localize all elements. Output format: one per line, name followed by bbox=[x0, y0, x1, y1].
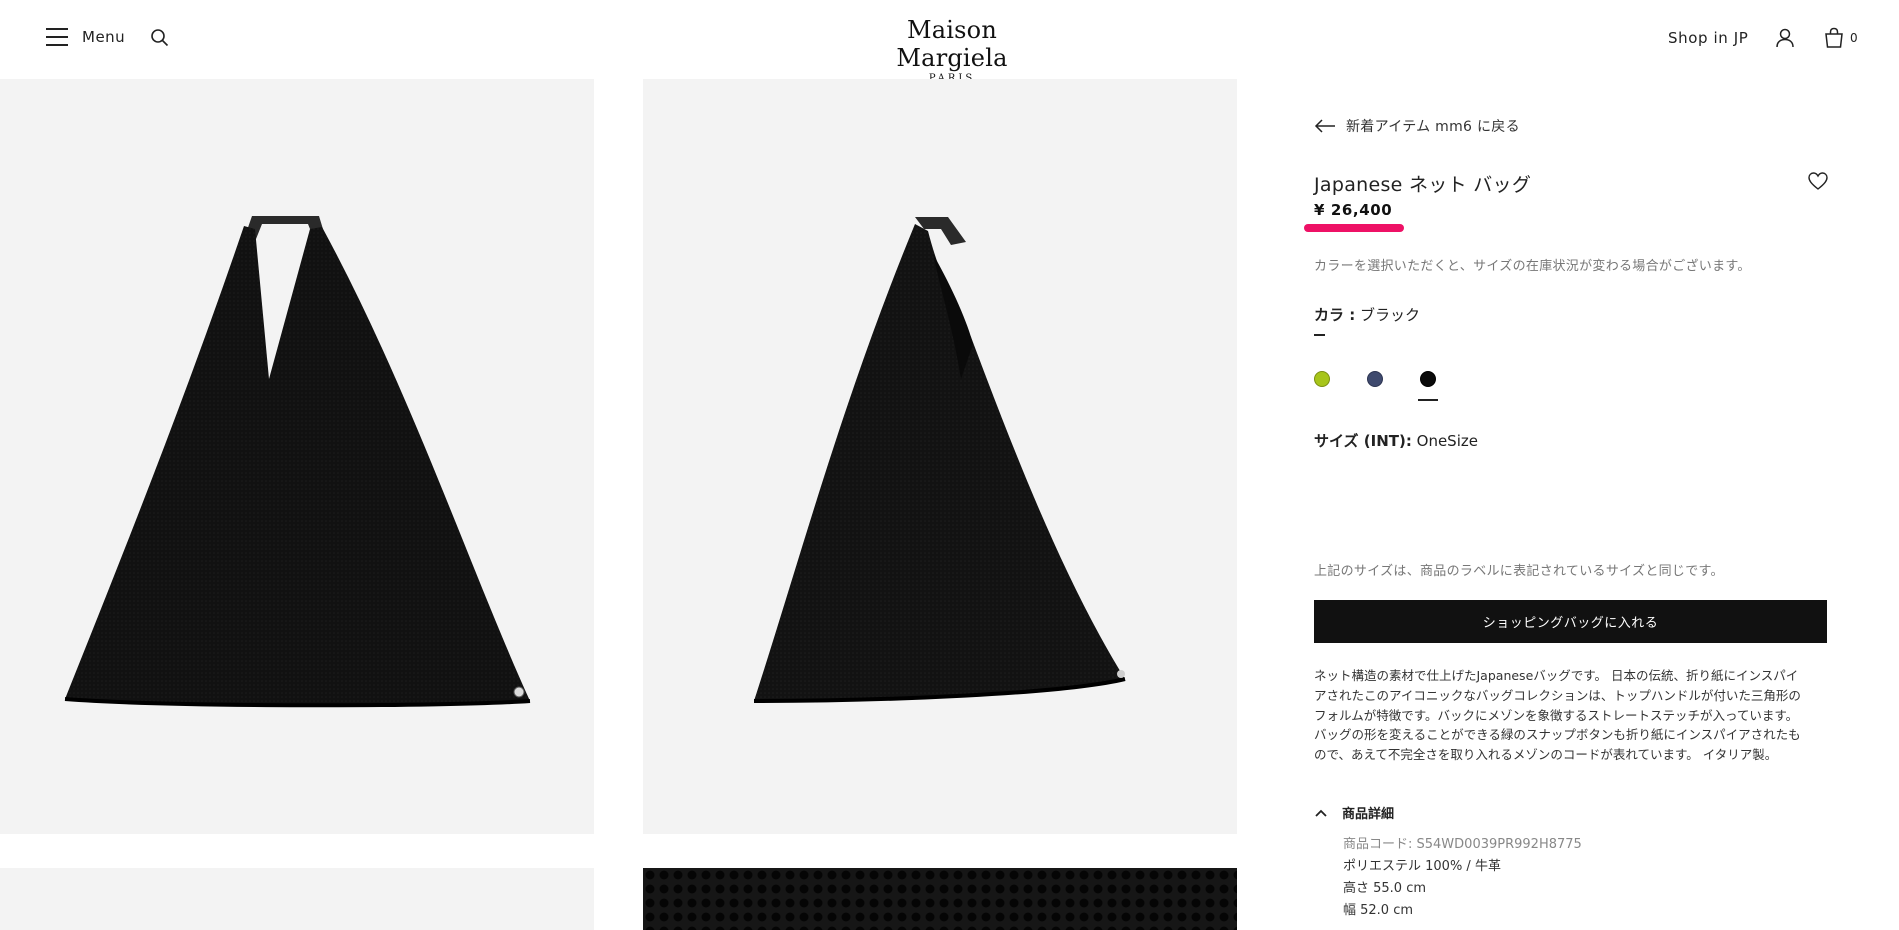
product-code: 商品コード: S54WD0039PR992H8775 bbox=[1343, 837, 1582, 852]
color-availability-note: カラーを選択いただくと、サイズの在庫状況が変わる場合がございます。 bbox=[1314, 259, 1751, 274]
bag-icon[interactable] bbox=[1822, 26, 1846, 50]
description-line: フォルムが特徴です。バックにメゾンを象徴するストレートステッチが入っています。 bbox=[1314, 707, 1799, 723]
product-details-list: 商品コード: S54WD0039PR992H8775 ポリエステル 100% /… bbox=[1343, 834, 1582, 922]
description-line: アされたこのアイコニックなバッグコレクションは、トップハンドルが付いた三角形の bbox=[1314, 687, 1801, 703]
description-line: ので、あえて不完全さを取り入れるメゾンのコードが表れています。 イタリア製。 bbox=[1314, 747, 1778, 763]
product-image-front[interactable] bbox=[0, 79, 594, 834]
size-selector: サイズ (INT): OneSize bbox=[1314, 430, 1478, 451]
search-icon[interactable] bbox=[150, 28, 170, 48]
color-swatch-navy[interactable] bbox=[1367, 371, 1383, 387]
logo-main: Maison Margiela bbox=[896, 16, 1008, 72]
product-height: 高さ 55.0 cm bbox=[1343, 881, 1427, 896]
size-note: 上記のサイズは、商品のラベルに表記されているサイズと同じです。 bbox=[1314, 564, 1724, 579]
back-link[interactable]: 新着アイテム mm6 に戻る bbox=[1314, 116, 1520, 136]
product-description: ネット構造の素材で仕上げたJapaneseバッグです。 日本の伝統、折り紙にイン… bbox=[1314, 666, 1829, 765]
arrow-left-icon bbox=[1314, 119, 1335, 133]
product-image-side[interactable] bbox=[643, 79, 1237, 834]
color-value: ブラック bbox=[1360, 306, 1421, 324]
color-selector-label: カラ : ブラック bbox=[1314, 304, 1420, 325]
heart-icon[interactable] bbox=[1807, 170, 1829, 192]
back-link-label: 新着アイテム mm6 に戻る bbox=[1346, 119, 1520, 135]
chevron-up-icon bbox=[1315, 809, 1327, 817]
color-swatch-lime[interactable] bbox=[1314, 371, 1330, 387]
description-line: バッグの形を変えることができる緑のスナップボタンも折り紙にインスパイアされたも bbox=[1314, 727, 1801, 743]
menu-button[interactable]: Menu bbox=[46, 27, 125, 47]
add-to-bag-button[interactable]: ショッピングバッグに入れる bbox=[1314, 600, 1827, 643]
product-width: 幅 52.0 cm bbox=[1343, 903, 1414, 918]
selected-swatch-indicator bbox=[1418, 399, 1438, 401]
cart-count: 0 bbox=[1850, 31, 1858, 45]
size-label: サイズ (INT): bbox=[1314, 432, 1412, 450]
product-image-3[interactable] bbox=[0, 868, 594, 930]
user-icon[interactable] bbox=[1774, 27, 1796, 49]
brand-logo[interactable]: Maison Margiela PARIS bbox=[852, 16, 1052, 85]
product-details-toggle[interactable]: 商品詳細 bbox=[1314, 803, 1394, 822]
product-title: Japanese ネット バッグ bbox=[1314, 174, 1532, 196]
hamburger-icon bbox=[46, 27, 68, 47]
menu-label: Menu bbox=[82, 28, 126, 46]
color-dash bbox=[1314, 334, 1325, 336]
price-highlight-underline bbox=[1304, 224, 1404, 232]
product-details-label: 商品詳細 bbox=[1342, 807, 1395, 822]
site-header: Menu Maison Margiela PARIS Shop in JP 0 bbox=[0, 0, 1899, 84]
description-line: ネット構造の素材で仕上げたJapaneseバッグです。 日本の伝統、折り紙にイン… bbox=[1314, 668, 1799, 683]
color-label: カラ : bbox=[1314, 306, 1356, 324]
color-swatch-black[interactable] bbox=[1420, 371, 1436, 387]
size-value[interactable]: OneSize bbox=[1417, 432, 1478, 450]
shop-in-country-link[interactable]: Shop in JP bbox=[1668, 29, 1748, 47]
product-material: ポリエステル 100% / 牛革 bbox=[1343, 859, 1501, 874]
product-price: ¥ 26,400 bbox=[1314, 201, 1393, 219]
product-image-detail[interactable] bbox=[643, 868, 1237, 930]
